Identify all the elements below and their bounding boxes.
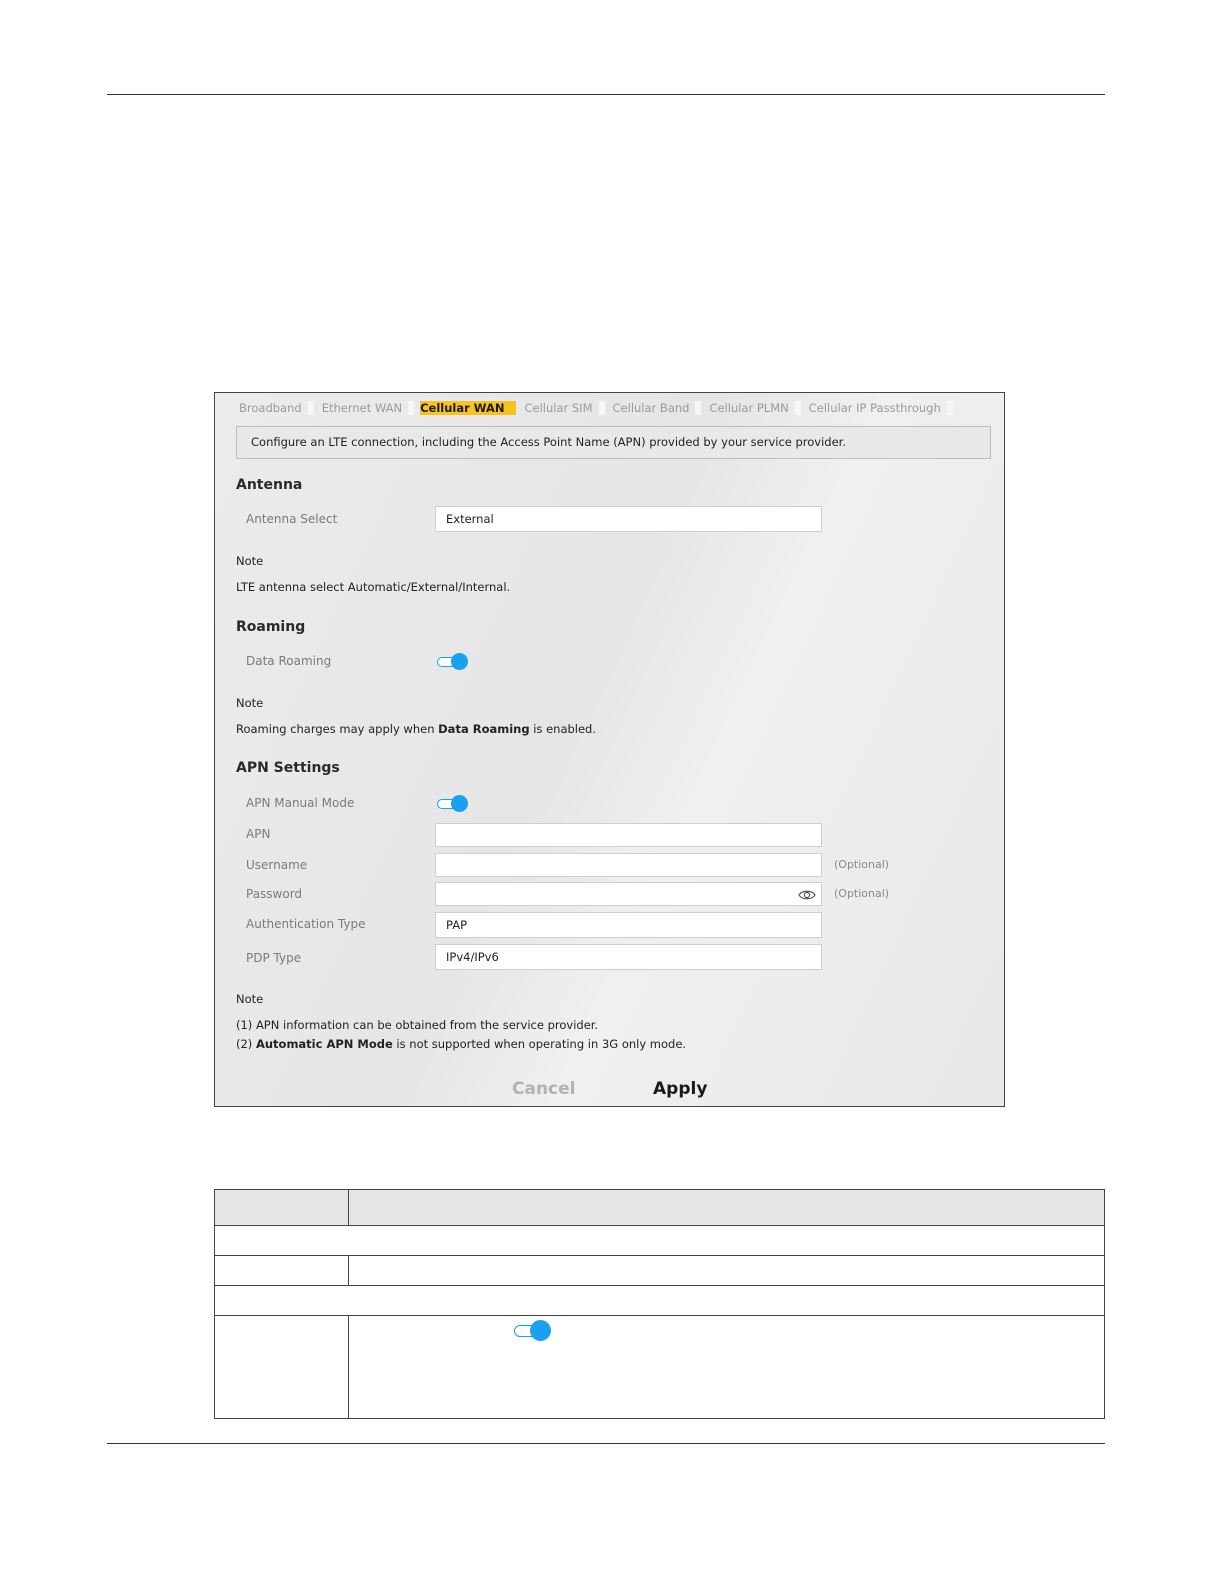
header-rule <box>107 94 1105 95</box>
apn-settings-heading: APN Settings <box>236 760 340 776</box>
field-description-table <box>214 1189 1105 1419</box>
roaming-note-heading: Note <box>236 696 264 710</box>
roaming-note-bold: Data Roaming <box>438 722 530 736</box>
tab-ethernet-wan[interactable]: Ethernet WAN <box>320 401 415 415</box>
table-row <box>214 1315 1105 1419</box>
antenna-select[interactable]: External <box>435 506 822 532</box>
data-roaming-toggle[interactable] <box>437 653 469 671</box>
username-optional-hint: (Optional) <box>834 858 890 871</box>
tab-cellular-wan[interactable]: Cellular WAN <box>420 401 517 415</box>
auth-type-select[interactable]: PAP <box>435 912 822 938</box>
roaming-note-text: Roaming charges may apply when Data Roam… <box>236 722 596 736</box>
apn-note-1: (1) APN information can be obtained from… <box>236 1018 599 1032</box>
apn-note-2: (2) Automatic APN Mode is not supported … <box>236 1037 686 1051</box>
apn-note-2-prefix: (2) <box>236 1037 256 1051</box>
table-header-cell <box>214 1189 349 1226</box>
table-header-row <box>214 1189 1105 1226</box>
eye-icon[interactable] <box>798 887 816 903</box>
toggle-knob <box>451 795 468 812</box>
footer-rule <box>107 1443 1105 1444</box>
table-cell <box>214 1285 1105 1316</box>
cellular-wan-screenshot: Broadband Ethernet WAN Cellular WAN Cell… <box>214 392 1005 1107</box>
antenna-select-label: Antenna Select <box>246 512 338 526</box>
antenna-note-heading: Note <box>236 554 264 568</box>
apn-input[interactable] <box>435 823 822 847</box>
table-cell <box>214 1225 1105 1256</box>
table-cell <box>214 1255 349 1286</box>
apn-manual-mode-toggle[interactable] <box>437 795 469 813</box>
apn-note-2-bold: Automatic APN Mode <box>255 1037 393 1051</box>
pdp-type-label: PDP Type <box>246 951 302 965</box>
tab-cellular-plmn[interactable]: Cellular PLMN <box>707 401 801 415</box>
toggle-knob <box>530 1320 551 1341</box>
table-row <box>214 1225 1105 1256</box>
apn-manual-mode-label: APN Manual Mode <box>246 796 355 810</box>
username-label: Username <box>246 858 308 872</box>
data-roaming-label: Data Roaming <box>246 654 332 668</box>
table-cell <box>348 1315 1105 1419</box>
username-input[interactable] <box>435 853 822 877</box>
antenna-note-text: LTE antenna select Automatic/External/In… <box>236 580 511 594</box>
apn-note-heading: Note <box>236 992 264 1006</box>
cancel-button[interactable]: Cancel <box>512 1079 578 1101</box>
auth-type-label: Authentication Type <box>246 917 366 931</box>
roaming-heading: Roaming <box>236 619 306 635</box>
tab-cellular-band[interactable]: Cellular Band <box>611 401 702 415</box>
toggle-on-icon <box>514 1320 552 1342</box>
page-description: Configure an LTE connection, including t… <box>236 426 991 459</box>
apply-button-label: Apply <box>653 1079 708 1099</box>
antenna-heading: Antenna <box>236 477 303 493</box>
password-label: Password <box>246 887 303 901</box>
table-cell <box>348 1255 1105 1286</box>
tab-bar: Broadband Ethernet WAN Cellular WAN Cell… <box>237 401 959 415</box>
password-optional-hint: (Optional) <box>834 887 890 900</box>
apn-label: APN <box>246 827 271 841</box>
tab-cellular-ip-passthrough[interactable]: Cellular IP Passthrough <box>807 401 953 415</box>
table-cell <box>214 1315 349 1419</box>
table-header-cell <box>348 1189 1105 1226</box>
table-row <box>214 1255 1105 1286</box>
cancel-button-label: Cancel <box>512 1079 576 1099</box>
apply-button[interactable]: Apply <box>653 1079 708 1101</box>
roaming-note-suffix: is enabled. <box>529 722 597 736</box>
toggle-knob <box>451 653 468 670</box>
roaming-note-prefix: Roaming charges may apply when <box>236 722 439 736</box>
password-input[interactable] <box>435 882 822 906</box>
apn-note-2-suffix: is not supported when operating in 3G on… <box>392 1037 687 1051</box>
pdp-type-select[interactable]: IPv4/IPv6 <box>435 944 822 970</box>
table-row <box>214 1285 1105 1316</box>
tab-cellular-sim[interactable]: Cellular SIM <box>522 401 605 415</box>
tab-broadband[interactable]: Broadband <box>237 401 314 415</box>
